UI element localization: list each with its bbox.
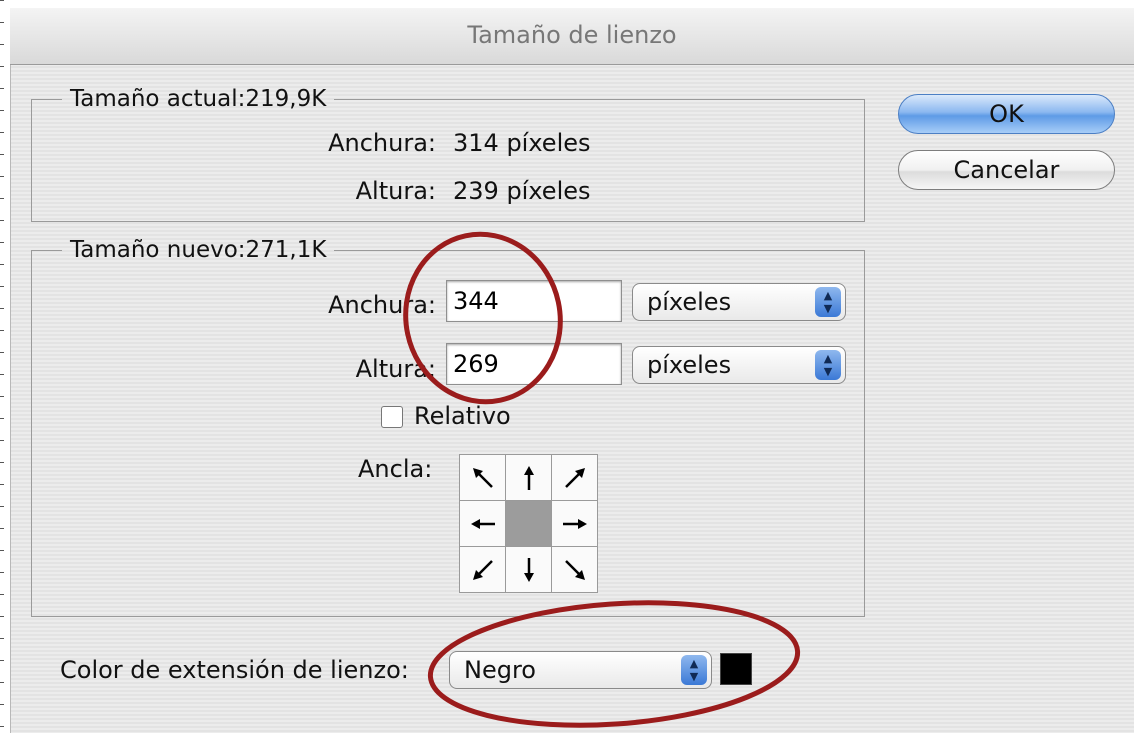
- anchor-top-right[interactable]: [552, 455, 598, 501]
- width-unit-value: píxeles: [647, 288, 732, 316]
- anchor-top[interactable]: [506, 455, 552, 501]
- new-size-legend: Tamaño nuevo:271,1K: [70, 237, 327, 263]
- new-width-label: Anchura:: [328, 291, 436, 319]
- dialog-title: Tamaño de lienzo: [467, 21, 677, 49]
- relative-label: Relativo: [414, 402, 511, 430]
- anchor-bottom-left[interactable]: [460, 547, 506, 593]
- arrow-up-icon: [523, 465, 534, 490]
- extension-color-value: Negro: [464, 656, 536, 684]
- window-edge: [0, 0, 4, 733]
- ok-button[interactable]: OK: [898, 94, 1115, 134]
- current-size-group: Tamaño actual:219,9K: [31, 86, 865, 222]
- relative-checkbox[interactable]: [381, 406, 403, 428]
- height-unit-select[interactable]: píxeles ▲ ▼: [632, 346, 846, 384]
- anchor-label: Ancla:: [358, 455, 433, 483]
- extension-color-label: Color de extensión de lienzo:: [60, 656, 409, 684]
- current-width-label: Anchura:: [328, 129, 436, 157]
- anchor-bottom[interactable]: [506, 547, 552, 593]
- title-bar: Tamaño de lienzo: [10, 8, 1134, 65]
- new-height-label: Altura:: [355, 355, 436, 383]
- arrow-down-icon: [523, 557, 534, 582]
- color-swatch[interactable]: [720, 653, 752, 685]
- anchor-center-selected[interactable]: [506, 501, 552, 547]
- updown-arrows-icon: ▲ ▼: [681, 655, 707, 685]
- width-input[interactable]: [446, 280, 622, 322]
- anchor-right[interactable]: [552, 501, 598, 547]
- width-unit-select[interactable]: píxeles ▲ ▼: [632, 283, 846, 321]
- current-height-value: 239 píxeles: [453, 177, 591, 205]
- arrow-down-left-icon: [472, 559, 493, 580]
- anchor-top-left[interactable]: [460, 455, 506, 501]
- current-width-value: 314 píxeles: [453, 129, 591, 157]
- updown-arrows-icon: ▲ ▼: [815, 287, 841, 317]
- anchor-grid: [459, 454, 598, 593]
- height-unit-value: píxeles: [647, 351, 732, 379]
- current-size-legend: Tamaño actual:219,9K: [70, 86, 327, 112]
- arrow-right-icon: [562, 518, 587, 529]
- current-height-label: Altura:: [355, 177, 436, 205]
- updown-arrows-icon: ▲ ▼: [815, 350, 841, 380]
- arrow-left-icon: [470, 518, 495, 529]
- cancel-button[interactable]: Cancelar: [898, 150, 1115, 190]
- arrow-down-right-icon: [564, 559, 585, 580]
- arrow-up-left-icon: [472, 467, 493, 488]
- extension-color-select[interactable]: Negro ▲ ▼: [449, 651, 712, 689]
- anchor-left[interactable]: [460, 501, 506, 547]
- anchor-bottom-right[interactable]: [552, 547, 598, 593]
- arrow-up-right-icon: [564, 467, 585, 488]
- height-input[interactable]: [446, 343, 622, 385]
